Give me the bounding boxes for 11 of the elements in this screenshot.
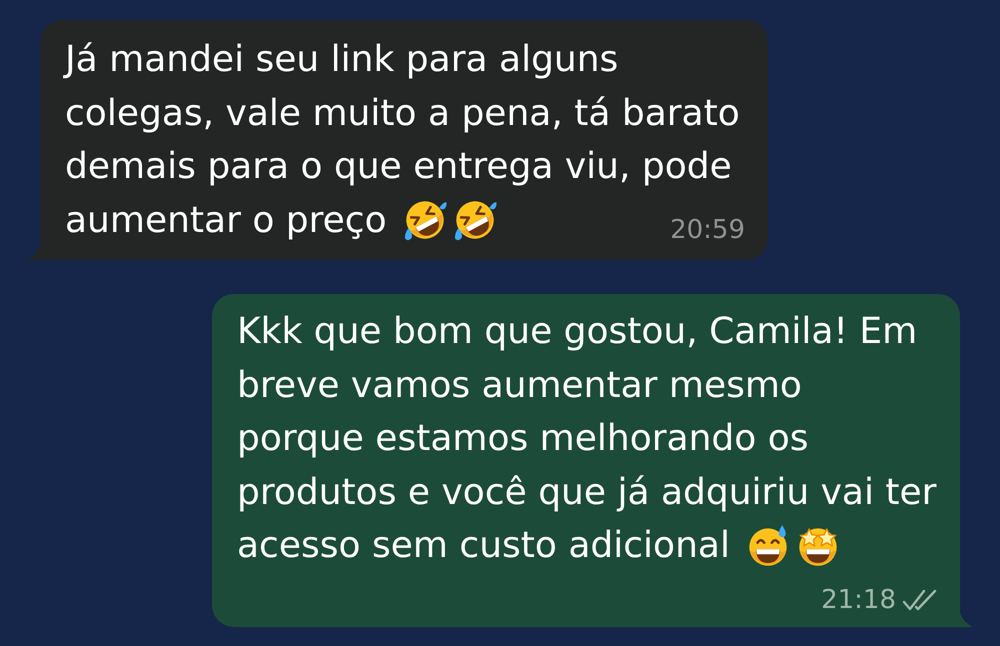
message-time: 21:18 — [821, 584, 896, 614]
message-text: demais para o que entrega viu, pode — [65, 145, 732, 189]
message-text: Já mandei seu link para alguns — [65, 38, 618, 82]
message-text: aumentar o preço — [65, 198, 387, 242]
message-time: 20:59 — [670, 215, 745, 245]
message-text: produtos e você que já adquiriu vai ter — [237, 470, 936, 514]
message-text: colegas, vale muito a pena, tá barato — [65, 92, 740, 136]
message-text: porque estamos melhorando os — [237, 417, 809, 461]
message-text: breve vamos aumentar mesmo — [237, 364, 802, 408]
message-text: acesso sem custo adicional — [237, 524, 730, 568]
message-text: Kkk que bom que gostou, Camila! Em — [237, 310, 918, 354]
